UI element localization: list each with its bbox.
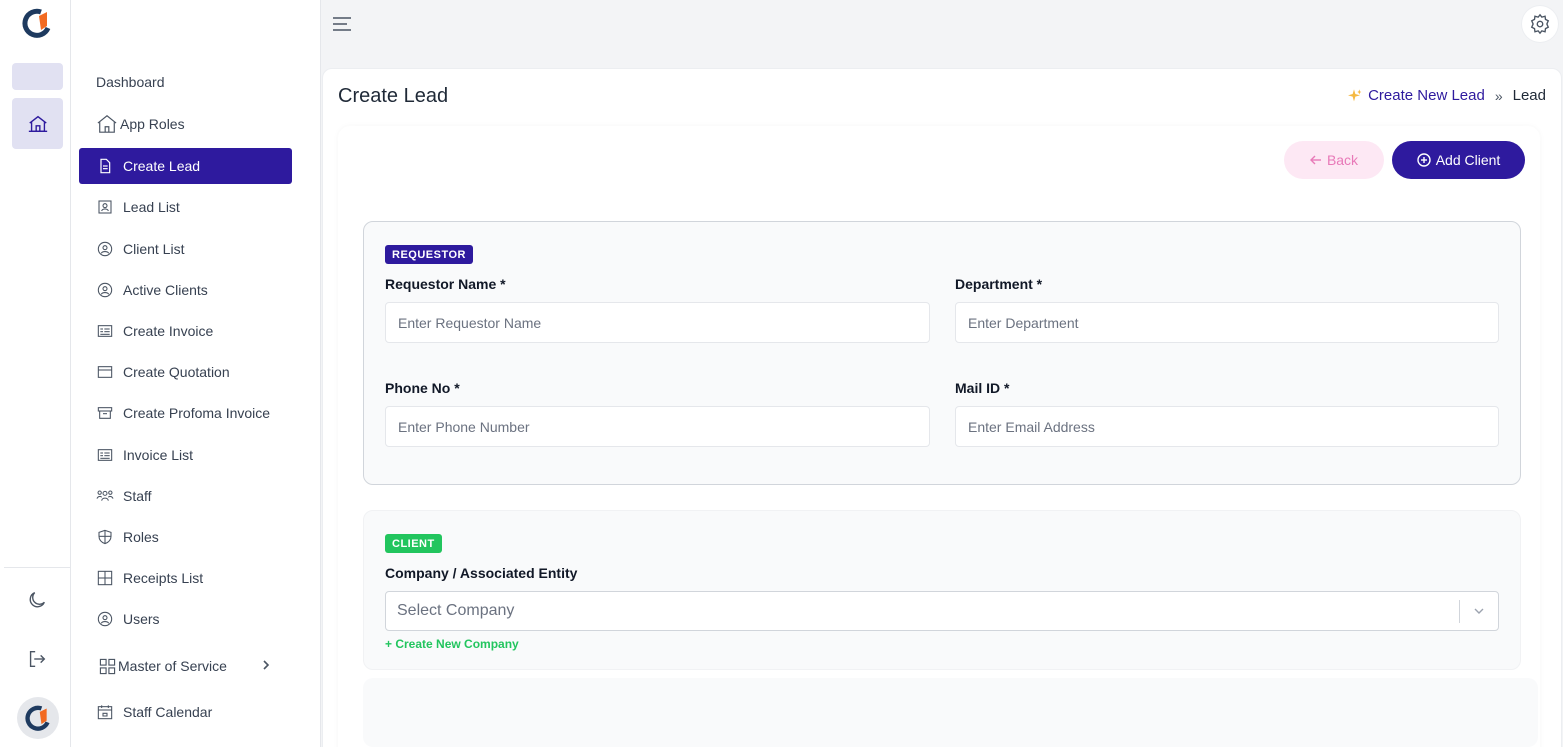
requestor-name-input[interactable] bbox=[385, 302, 930, 343]
invoice-icon bbox=[96, 322, 114, 340]
user-circle-icon bbox=[96, 281, 114, 299]
sidebar-item-label: Receipts List bbox=[123, 570, 204, 586]
moon-icon bbox=[29, 592, 45, 608]
sidebar-item-label: Create Quotation bbox=[123, 364, 230, 380]
select-divider bbox=[1459, 600, 1460, 623]
avatar[interactable] bbox=[17, 697, 59, 739]
sidebar-item-staff[interactable]: Staff bbox=[79, 478, 292, 514]
logout-icon bbox=[29, 650, 46, 668]
hamburger-icon[interactable] bbox=[332, 14, 352, 34]
sidebar-item-label: Client List bbox=[123, 241, 185, 257]
sidebar-item-receipts-list[interactable]: Receipts List bbox=[79, 560, 292, 596]
sidebar-item-create-lead[interactable]: Create Lead bbox=[79, 148, 292, 184]
avatar-logo-icon bbox=[25, 705, 50, 731]
sparkle-icon bbox=[1346, 88, 1362, 104]
sidebar-item-lead-list[interactable]: Lead List bbox=[79, 189, 292, 225]
sidebar-item-roles[interactable]: Roles bbox=[79, 519, 292, 555]
client-section bbox=[363, 510, 1521, 670]
archive-icon bbox=[96, 404, 114, 422]
next-section bbox=[363, 678, 1538, 747]
company-select[interactable]: Select Company bbox=[385, 591, 1499, 631]
page-title: Create Lead bbox=[338, 85, 449, 107]
sidebar-item-label: Staff Calendar bbox=[123, 704, 213, 720]
department-input[interactable] bbox=[955, 302, 1499, 343]
sidebar-item-label: Active Clients bbox=[123, 282, 208, 298]
company-select-value: Select Company bbox=[397, 602, 515, 619]
home-outline-icon bbox=[96, 115, 118, 133]
apps-grid-icon bbox=[98, 657, 116, 675]
create-company-link[interactable]: + Create New Company bbox=[385, 637, 519, 651]
shield-icon bbox=[96, 528, 114, 546]
requestor-badge: REQUESTOR bbox=[385, 245, 473, 264]
sidebar-item-create-quotation[interactable]: Create Quotation bbox=[79, 354, 292, 390]
sidebar-item-dashboard[interactable]: Dashboard bbox=[79, 64, 292, 100]
grid-icon bbox=[96, 569, 114, 587]
sidebar-item-label: Create Profoma Invoice bbox=[123, 405, 271, 421]
rail-collapse-pill[interactable] bbox=[12, 63, 63, 90]
back-button-label: Back bbox=[1326, 152, 1359, 168]
add-client-button-label: Add Client bbox=[1435, 152, 1501, 168]
logo-icon[interactable] bbox=[22, 8, 52, 38]
invoice-icon bbox=[96, 446, 114, 464]
email-input[interactable] bbox=[955, 406, 1499, 447]
sidebar-item-active-clients[interactable]: Active Clients bbox=[79, 272, 292, 308]
sidebar-item-client-list[interactable]: Client List bbox=[79, 231, 292, 267]
add-client-button[interactable]: Add Client bbox=[1392, 141, 1525, 179]
rail-divider bbox=[4, 567, 70, 568]
sidebar-item-label: Lead List bbox=[123, 199, 180, 215]
logout-button[interactable] bbox=[22, 644, 52, 674]
breadcrumb-link[interactable]: Create New Lead bbox=[1368, 87, 1485, 104]
sidebar-item-label: Create Lead bbox=[123, 158, 201, 174]
requestor-name-label: Requestor Name * bbox=[385, 276, 506, 292]
sidebar: Dashboard App Roles Create Lead Lead Lis… bbox=[71, 0, 321, 747]
chevron-down-icon bbox=[1474, 608, 1484, 614]
phone-label: Phone No * bbox=[385, 380, 460, 396]
sidebar-item-label: Dashboard bbox=[96, 74, 165, 90]
chevron-right-icon bbox=[263, 660, 270, 670]
window-icon bbox=[96, 363, 114, 381]
phone-input[interactable] bbox=[385, 406, 930, 447]
user-circle-icon bbox=[96, 240, 114, 258]
contact-card-icon bbox=[96, 198, 114, 216]
back-button[interactable]: Back bbox=[1284, 141, 1384, 179]
calendar-icon bbox=[96, 703, 114, 721]
sidebar-item-app-roles[interactable]: App Roles bbox=[79, 106, 292, 142]
sidebar-item-label: Roles bbox=[123, 529, 159, 545]
sidebar-item-label: Invoice List bbox=[123, 447, 194, 463]
sidebar-item-label: Users bbox=[123, 611, 160, 627]
breadcrumb-current: Lead bbox=[1512, 87, 1546, 104]
document-icon bbox=[96, 157, 114, 175]
settings-button[interactable] bbox=[1522, 6, 1558, 42]
rail-home-button[interactable] bbox=[12, 98, 63, 149]
sidebar-item-users[interactable]: Users bbox=[79, 601, 292, 637]
sidebar-item-invoice-list[interactable]: Invoice List bbox=[79, 437, 292, 473]
users-group-icon bbox=[96, 487, 114, 505]
user-circle-icon bbox=[96, 610, 114, 628]
sidebar-item-master-of-service[interactable]: Master of Service bbox=[79, 648, 292, 684]
arrow-left-icon bbox=[1309, 154, 1322, 166]
sidebar-item-label: Master of Service bbox=[118, 658, 227, 674]
mail-label: Mail ID * bbox=[955, 380, 1010, 396]
icon-rail bbox=[0, 0, 71, 747]
sidebar-item-create-invoice[interactable]: Create Invoice bbox=[79, 313, 292, 349]
breadcrumb-separator: » bbox=[1494, 87, 1503, 104]
plus-circle-icon bbox=[1417, 153, 1431, 167]
sidebar-item-staff-calendar[interactable]: Staff Calendar bbox=[79, 694, 292, 730]
sidebar-item-create-profoma-invoice[interactable]: Create Profoma Invoice bbox=[79, 395, 292, 431]
company-label: Company / Associated Entity bbox=[385, 565, 578, 581]
gear-icon bbox=[1530, 13, 1550, 35]
home-icon bbox=[28, 115, 47, 132]
dark-mode-toggle[interactable] bbox=[22, 585, 52, 615]
sidebar-item-label: App Roles bbox=[120, 116, 185, 132]
sidebar-item-label: Staff bbox=[123, 488, 152, 504]
client-badge: CLIENT bbox=[385, 534, 442, 553]
department-label: Department * bbox=[955, 276, 1043, 292]
sidebar-item-label: Create Invoice bbox=[123, 323, 214, 339]
breadcrumb: Create New Lead » Lead bbox=[1346, 87, 1546, 104]
